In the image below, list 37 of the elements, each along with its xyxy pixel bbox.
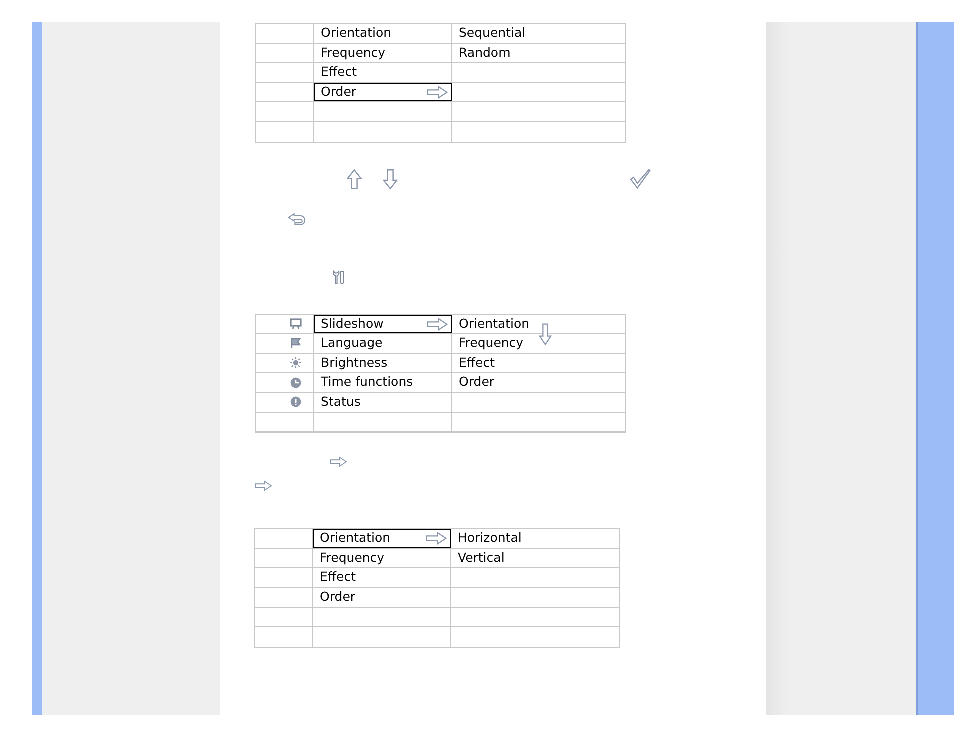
table-cell: Horizontal: [458, 532, 522, 545]
menu-item[interactable]: Effect: [314, 63, 452, 82]
right-arrow-icon: [255, 480, 273, 492]
back-arrow-icon: [288, 212, 306, 226]
menu-item[interactable]: Order: [314, 82, 452, 102]
menu-item[interactable]: Time functions: [314, 373, 452, 392]
menu-item[interactable]: Frequency: [314, 44, 452, 62]
up-arrow-icon: [347, 168, 362, 190]
screen-icon: [290, 318, 302, 330]
menu-item[interactable]: Status: [314, 392, 452, 412]
flag-icon: [290, 337, 302, 350]
table-cell: Sequential: [459, 27, 526, 40]
menu-item[interactable]: Order: [313, 588, 451, 606]
right-arrow-icon: [427, 86, 449, 99]
right-arrow-icon: [426, 532, 448, 546]
table-cell: Random: [459, 46, 511, 60]
down-arrow-icon: [383, 168, 398, 190]
check-icon: [630, 168, 651, 190]
table-cell: Vertical: [458, 552, 505, 564]
right-arrow-icon: [427, 318, 449, 331]
table-cell: Effect: [459, 356, 495, 370]
right-arrow-icon: [330, 456, 348, 468]
info-icon: [290, 396, 302, 408]
table-cell: Order: [459, 376, 495, 389]
menu-item[interactable]: Frequency: [313, 548, 451, 568]
menu-item[interactable]: Effect: [313, 568, 451, 587]
menu-item[interactable]: Orientation: [314, 24, 452, 43]
menu-item[interactable]: Language: [314, 334, 452, 353]
menu-item[interactable]: Brightness: [314, 354, 452, 372]
sun-icon: [290, 357, 302, 370]
clock-icon: [290, 376, 302, 389]
table-cell: Frequency: [459, 337, 524, 350]
down-arrow-icon: [539, 322, 552, 346]
tools-icon: [333, 270, 345, 285]
menu-item[interactable]: Orientation: [313, 529, 451, 548]
menu-item[interactable]: Slideshow: [314, 314, 452, 334]
table-cell: Orientation: [459, 318, 530, 330]
